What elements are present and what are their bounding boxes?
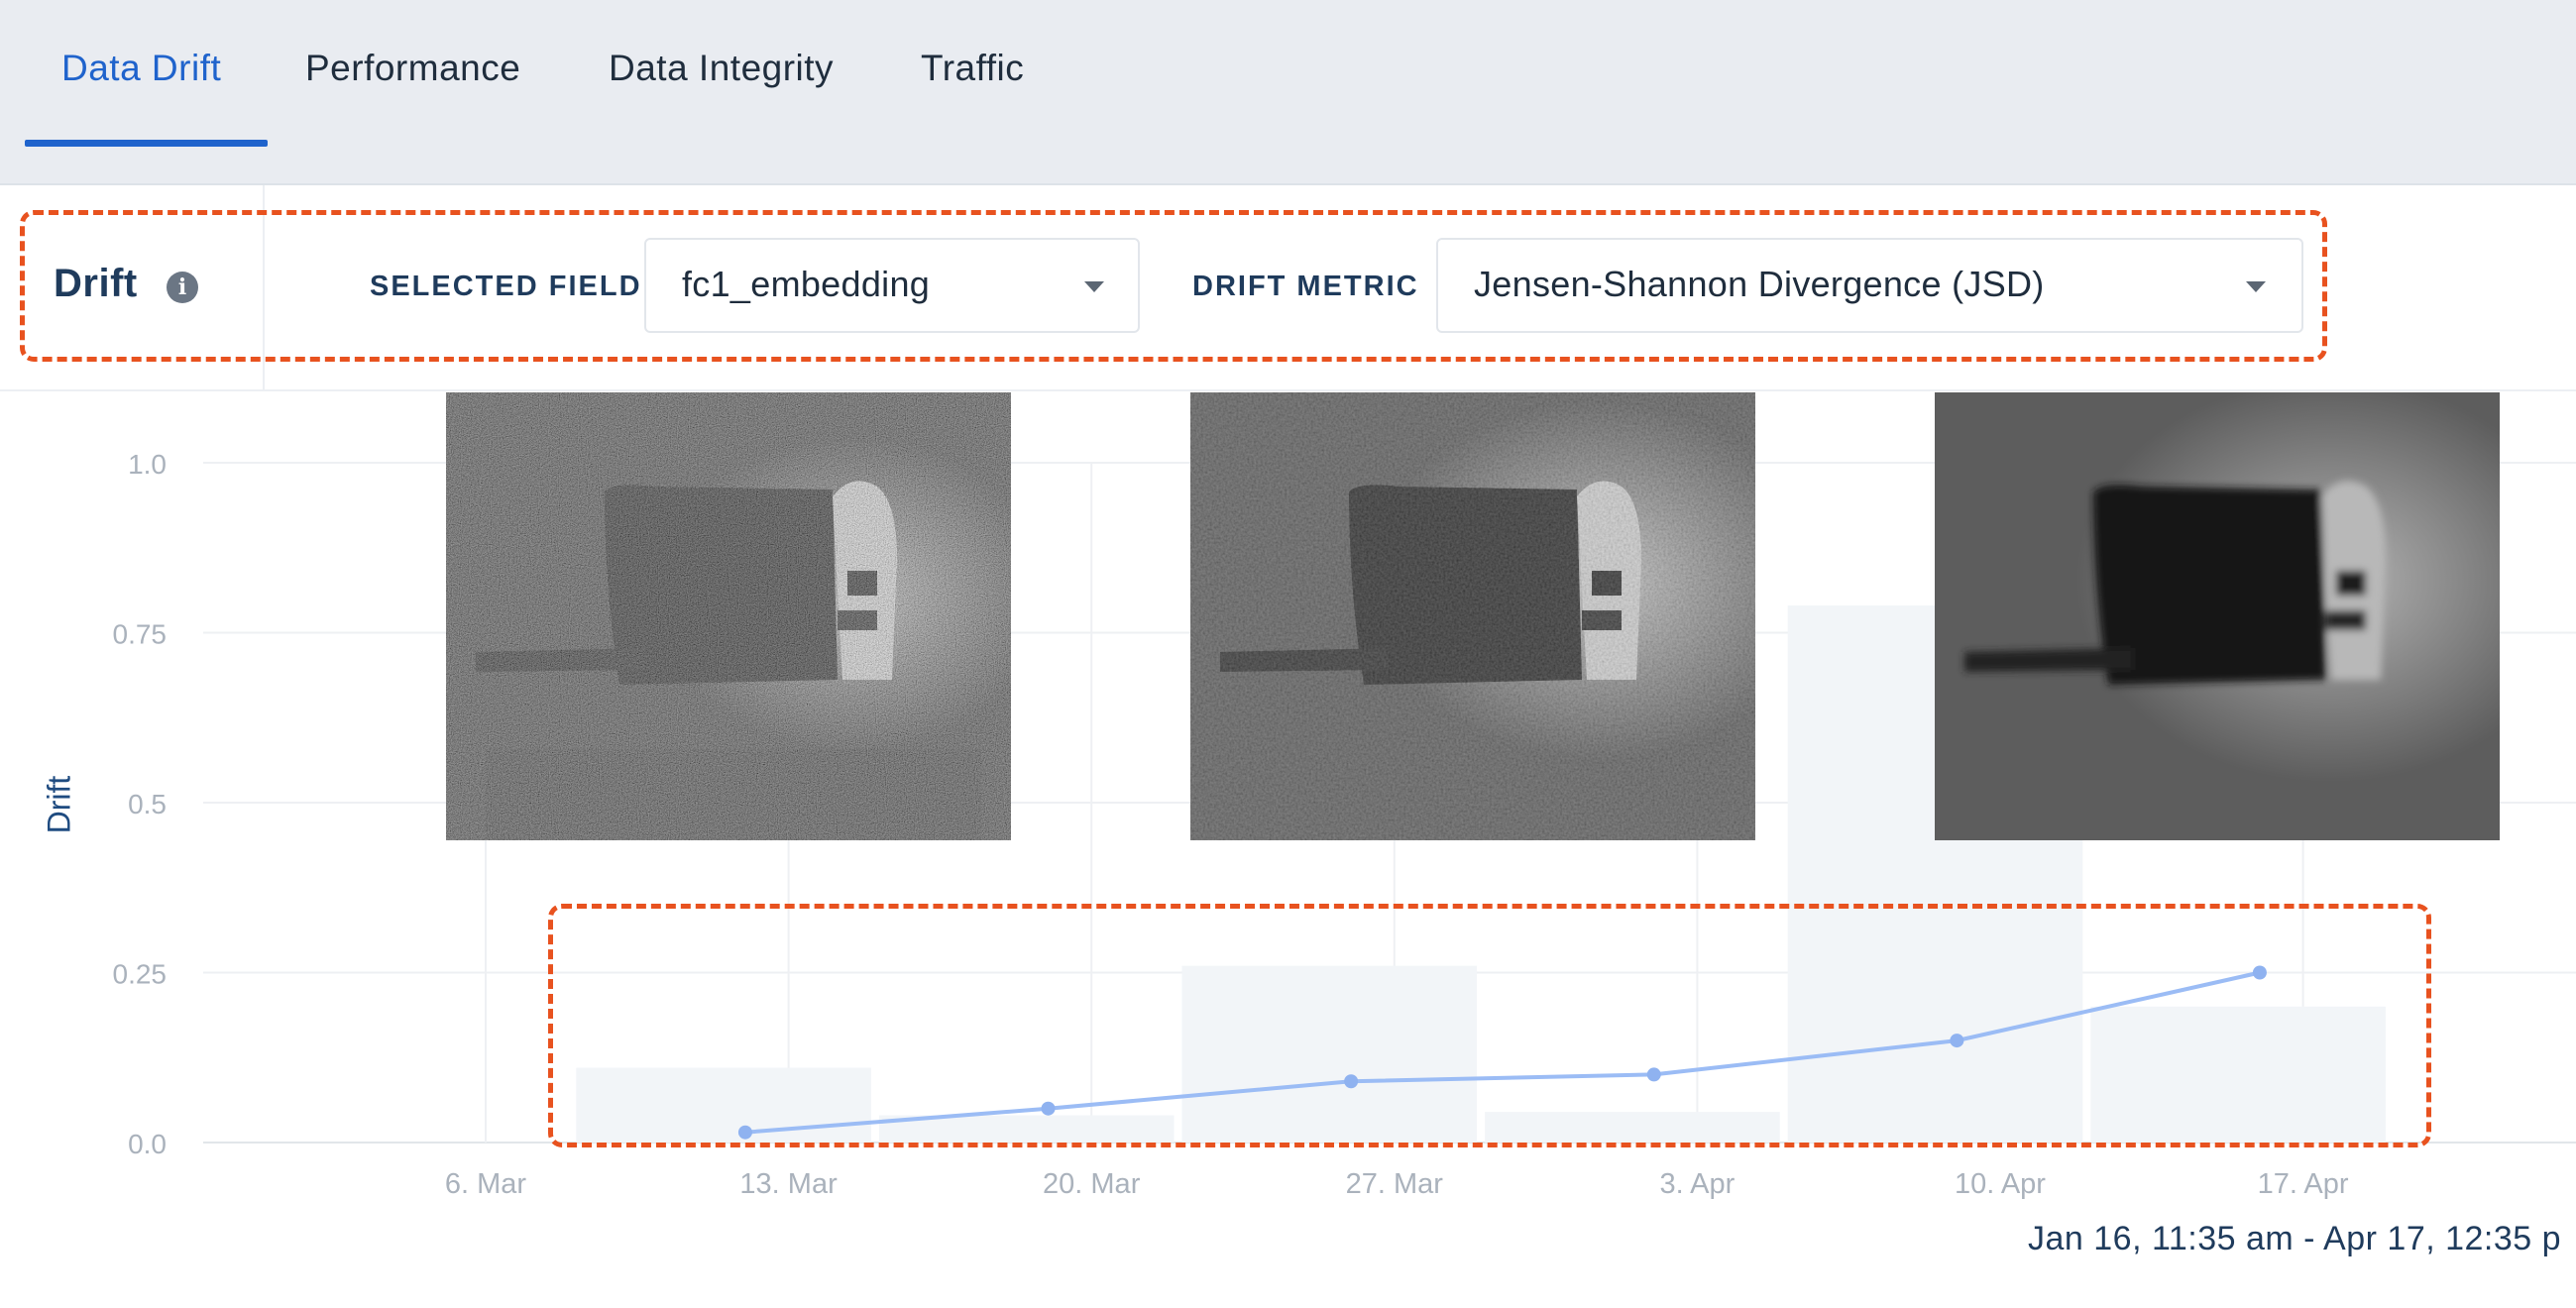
x-tick-label: 17. Apr <box>2258 1168 2349 1200</box>
chevron-down-icon <box>1084 281 1104 292</box>
drift-metric-dropdown[interactable]: Jensen-Shannon Divergence (JSD) <box>1436 238 2303 333</box>
y-tick-label: 0.0 <box>128 1129 167 1159</box>
active-tab-indicator <box>25 140 268 147</box>
divider <box>263 185 265 390</box>
selected-field-dropdown[interactable]: fc1_embedding <box>644 238 1140 333</box>
sonar-image-medium <box>1190 392 1755 840</box>
drift-point <box>1041 1101 1056 1116</box>
date-range-label: Jan 16, 11:35 am - Apr 17, 12:35 p <box>2028 1220 2562 1257</box>
y-tick-label: 1.0 <box>128 449 167 480</box>
drift-point <box>1950 1034 1964 1048</box>
histogram-bar <box>1485 1112 1780 1143</box>
tab-data-integrity[interactable]: Data Integrity <box>609 48 834 89</box>
sonar-image-noisy <box>446 392 1011 840</box>
selected-field-label: SELECTED FIELD <box>370 271 642 302</box>
drift-point <box>1646 1067 1661 1082</box>
tab-performance[interactable]: Performance <box>305 48 520 89</box>
x-tick-label: 13. Mar <box>739 1168 838 1200</box>
drift-metric-value: Jensen-Shannon Divergence (JSD) <box>1474 264 2045 304</box>
tab-data-drift[interactable]: Data Drift <box>61 48 221 89</box>
selected-field-value: fc1_embedding <box>682 264 931 304</box>
drift-metric-label: DRIFT METRIC <box>1192 271 1419 302</box>
x-tick-label: 27. Mar <box>1346 1168 1444 1200</box>
histogram-bar <box>1181 965 1478 1143</box>
y-tick-label: 0.25 <box>113 959 168 990</box>
tab-traffic[interactable]: Traffic <box>921 48 1024 89</box>
info-icon[interactable]: i <box>167 272 198 303</box>
x-tick-label: 20. Mar <box>1043 1168 1141 1200</box>
x-tick-label: 3. Apr <box>1660 1168 1736 1200</box>
y-tick-label: 0.5 <box>128 789 167 819</box>
x-tick-label: 10. Apr <box>1955 1168 2046 1200</box>
drift-point <box>2252 965 2267 980</box>
y-tick-label: 0.75 <box>113 619 168 650</box>
tab-bar: Data Drift Performance Data Integrity Tr… <box>0 0 2576 185</box>
chevron-down-icon <box>2246 281 2266 292</box>
section-title: Drift <box>54 262 138 305</box>
histogram-bar <box>2090 1006 2386 1143</box>
x-tick-label: 6. Mar <box>445 1168 527 1200</box>
histogram-bar <box>576 1067 871 1143</box>
drift-point <box>737 1125 752 1140</box>
sonar-image-smooth <box>1935 392 2500 840</box>
drift-point <box>1344 1074 1359 1089</box>
